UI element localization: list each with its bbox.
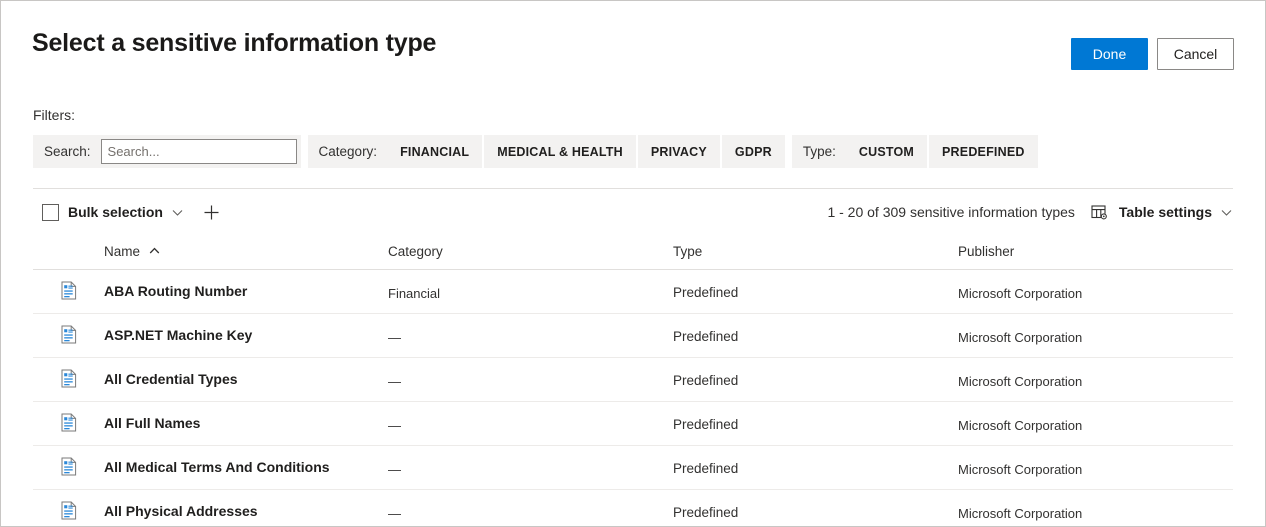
table-row[interactable]: All Credential Types — Predefined Micros…: [33, 358, 1233, 402]
table-settings-label[interactable]: Table settings: [1119, 204, 1212, 220]
row-type: Predefined: [673, 461, 739, 476]
table-row[interactable]: All Full Names — Predefined Microsoft Co…: [33, 402, 1233, 446]
table-settings-chevron-down-icon[interactable]: [1220, 206, 1233, 219]
type-filter-group: Type: CUSTOM PREDEFINED: [791, 135, 1038, 168]
sort-ascending-icon: [149, 243, 160, 258]
category-chip-financial[interactable]: FINANCIAL: [387, 135, 482, 168]
type-chip-predefined[interactable]: PREDEFINED: [927, 135, 1038, 168]
category-filter-group: Category: FINANCIAL MEDICAL & HEALTH PRI…: [307, 135, 785, 168]
row-name: All Credential Types: [104, 371, 238, 387]
search-filter-group: Search:: [33, 135, 301, 168]
row-name: ABA Routing Number: [104, 283, 248, 299]
document-icon: [61, 457, 77, 476]
row-publisher: Microsoft Corporation: [958, 286, 1083, 301]
result-count: 1 - 20 of 309 sensitive information type…: [827, 204, 1075, 220]
filter-bar: Search: Category: FINANCIAL MEDICAL & HE…: [33, 135, 1038, 168]
command-bar: Bulk selection 1 - 20 of 309 sensitive i…: [33, 197, 1233, 227]
table-settings-icon[interactable]: [1091, 204, 1110, 221]
row-type: Predefined: [673, 373, 739, 388]
table-row[interactable]: All Physical Addresses — Predefined Micr…: [33, 490, 1233, 526]
bulk-selection-label[interactable]: Bulk selection: [68, 204, 163, 220]
type-chip-custom[interactable]: CUSTOM: [846, 135, 927, 168]
row-category: —: [388, 462, 401, 477]
row-name: All Medical Terms And Conditions: [104, 459, 330, 475]
row-category: —: [388, 374, 401, 389]
dialog-header: Select a sensitive information type Done…: [1, 1, 1265, 93]
cancel-button[interactable]: Cancel: [1157, 38, 1234, 70]
document-icon: [61, 501, 77, 520]
row-type: Predefined: [673, 505, 739, 520]
table-row[interactable]: All Medical Terms And Conditions — Prede…: [33, 446, 1233, 490]
row-publisher: Microsoft Corporation: [958, 506, 1083, 521]
row-publisher: Microsoft Corporation: [958, 374, 1083, 389]
command-bar-left: Bulk selection: [42, 197, 220, 227]
row-type: Predefined: [673, 285, 739, 300]
row-category: —: [388, 506, 401, 521]
command-bar-right: 1 - 20 of 309 sensitive information type…: [827, 197, 1233, 227]
chevron-down-icon[interactable]: [171, 206, 184, 219]
row-name: ASP.NET Machine Key: [104, 327, 253, 343]
column-header-name[interactable]: Name: [104, 244, 160, 259]
column-header-category[interactable]: Category: [388, 244, 443, 259]
row-name: All Full Names: [104, 415, 201, 431]
table-row[interactable]: ASP.NET Machine Key — Predefined Microso…: [33, 314, 1233, 358]
column-header-publisher[interactable]: Publisher: [958, 244, 1014, 259]
filters-label: Filters:: [33, 107, 75, 123]
document-icon: [61, 413, 77, 432]
row-publisher: Microsoft Corporation: [958, 330, 1083, 345]
bulk-selection-checkbox[interactable]: [42, 203, 59, 221]
row-category: —: [388, 330, 401, 345]
done-button[interactable]: Done: [1071, 38, 1148, 70]
row-name: All Physical Addresses: [104, 503, 258, 519]
table-header-row: Name Category Type Publisher: [33, 239, 1233, 270]
row-publisher: Microsoft Corporation: [958, 462, 1083, 477]
search-input[interactable]: [100, 139, 297, 164]
category-chip-privacy[interactable]: PRIVACY: [635, 135, 720, 168]
row-type: Predefined: [673, 329, 739, 344]
search-label: Search:: [44, 144, 91, 159]
category-chip-medical-health[interactable]: MEDICAL & HEALTH: [482, 135, 636, 168]
category-chip-gdpr[interactable]: GDPR: [719, 135, 785, 168]
row-type: Predefined: [673, 417, 739, 432]
document-icon: [61, 369, 77, 388]
document-icon: [61, 325, 77, 344]
row-category: —: [388, 418, 401, 433]
header-actions: Done Cancel: [1071, 38, 1234, 70]
section-divider: [33, 188, 1233, 189]
column-header-type[interactable]: Type: [673, 244, 702, 259]
table-row[interactable]: ABA Routing Number Financial Predefined …: [33, 270, 1233, 314]
dialog-panel: Select a sensitive information type Done…: [0, 0, 1266, 527]
sensitive-info-types-table: Name Category Type Publisher ABA Routing…: [33, 239, 1233, 526]
row-category: Financial: [388, 286, 441, 301]
page-title: Select a sensitive information type: [32, 29, 437, 57]
document-icon: [61, 281, 77, 300]
row-publisher: Microsoft Corporation: [958, 418, 1083, 433]
type-label: Type:: [802, 144, 836, 159]
column-header-name-label: Name: [104, 244, 141, 259]
category-label: Category:: [318, 144, 378, 159]
plus-icon[interactable]: [203, 204, 220, 221]
